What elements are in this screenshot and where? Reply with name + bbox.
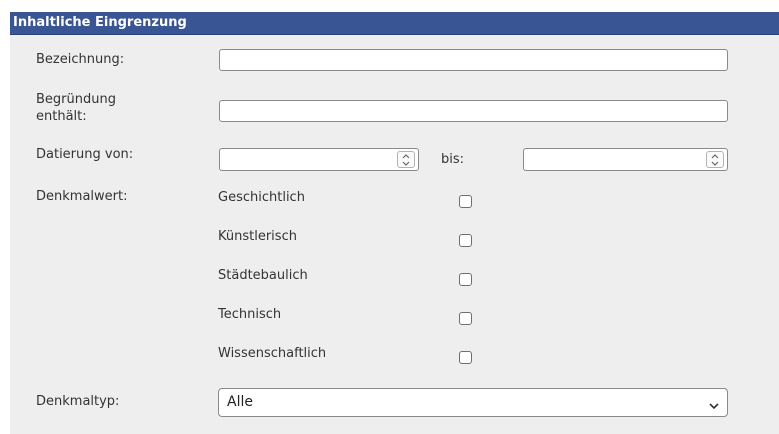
inhaltliche-eingrenzung-panel: Inhaltliche Eingrenzung Bezeichnung: Beg… (10, 12, 779, 434)
begruendung-input[interactable] (219, 100, 728, 122)
begruendung-label-line2: enthält: (36, 109, 87, 124)
option-technisch-label: Technisch (218, 307, 282, 322)
datierung-von-label: Datierung von: (36, 147, 134, 162)
option-staedtebaulich-label: Städtebaulich (218, 268, 308, 283)
denkmaltyp-select[interactable]: Alle (218, 388, 728, 417)
bezeichnung-input[interactable] (219, 49, 728, 71)
option-kuenstlerisch-label: Künstlerisch (218, 229, 297, 244)
chevron-down-icon (709, 399, 719, 414)
spin-up-down-icon[interactable] (706, 151, 724, 168)
datierung-von-field[interactable] (219, 148, 419, 171)
option-wissenschaftlich-label: Wissenschaftlich (218, 346, 327, 361)
datierung-von-input[interactable] (220, 149, 392, 170)
datierung-bis-field[interactable] (523, 148, 728, 171)
geschichtlich-checkbox[interactable] (459, 195, 472, 208)
option-geschichtlich-label: Geschichtlich (218, 190, 305, 205)
wissenschaftlich-checkbox[interactable] (459, 351, 472, 364)
datierung-bis-label: bis: (441, 152, 465, 167)
panel-header: Inhaltliche Eingrenzung (10, 12, 779, 35)
panel-title: Inhaltliche Eingrenzung (13, 15, 187, 30)
datierung-bis-input[interactable] (524, 149, 701, 170)
staedtebaulich-checkbox[interactable] (459, 273, 472, 286)
spin-up-down-icon[interactable] (397, 151, 415, 168)
begruendung-label-line1: Begründung (36, 92, 116, 107)
denkmalwert-label: Denkmalwert: (36, 189, 128, 204)
bezeichnung-label: Bezeichnung: (36, 52, 125, 67)
denkmaltyp-label: Denkmaltyp: (36, 394, 120, 409)
kuenstlerisch-checkbox[interactable] (459, 234, 472, 247)
technisch-checkbox[interactable] (459, 312, 472, 325)
denkmaltyp-selected-value: Alle (227, 394, 253, 410)
